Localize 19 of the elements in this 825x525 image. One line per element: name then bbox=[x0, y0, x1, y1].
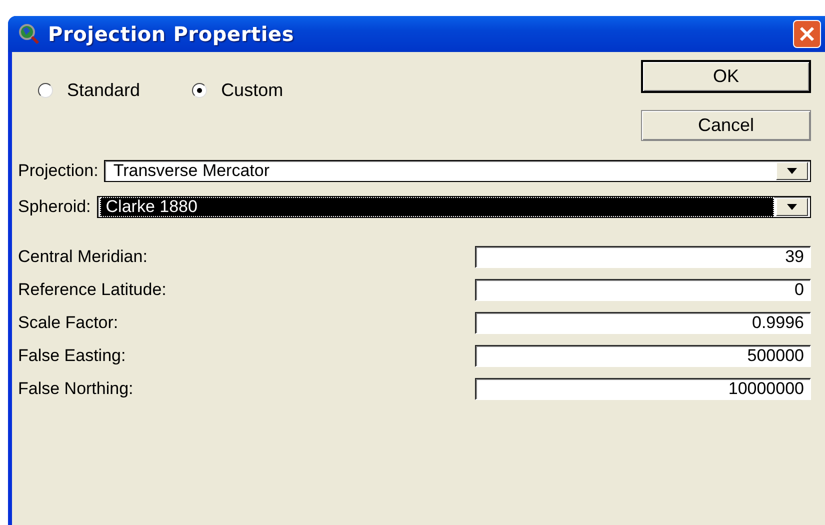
field-label: False Easting: bbox=[18, 346, 126, 366]
radio-option[interactable]: Custom bbox=[192, 80, 284, 101]
input-field[interactable]: 0.9996 bbox=[475, 312, 811, 334]
input-field[interactable]: 39 bbox=[475, 246, 811, 268]
ok-button[interactable]: OK bbox=[641, 60, 811, 93]
field-label: Scale Factor: bbox=[18, 313, 118, 333]
input-field[interactable]: 500000 bbox=[475, 345, 811, 367]
radio-option[interactable]: Standard bbox=[38, 80, 140, 101]
field-label: Spheroid: bbox=[18, 197, 91, 217]
field-label: Reference Latitude: bbox=[18, 280, 166, 300]
dropdown-value: Transverse Mercator bbox=[112, 161, 271, 181]
cancel-button[interactable]: Cancel bbox=[641, 110, 811, 141]
input-field[interactable]: 0 bbox=[475, 279, 811, 301]
field-label: Central Meridian: bbox=[18, 247, 148, 267]
field-label: Projection: bbox=[18, 161, 98, 181]
dropdown[interactable]: Transverse Mercator bbox=[104, 160, 811, 182]
input-field[interactable]: 10000000 bbox=[475, 378, 811, 400]
field-label: False Northing: bbox=[18, 379, 134, 399]
window-title: Projection Properties bbox=[48, 22, 296, 46]
